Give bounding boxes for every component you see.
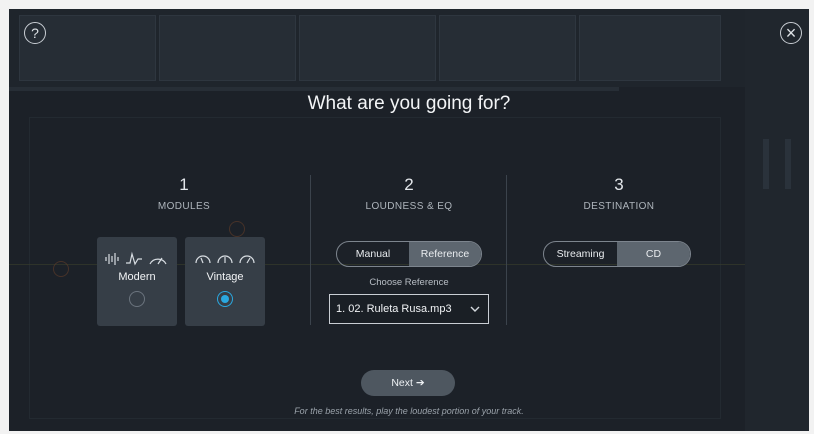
- background-meter: [763, 139, 769, 189]
- reference-select[interactable]: 1. 02. Ruleta Rusa.mp3: [329, 294, 489, 324]
- step-label: LOUDNESS & EQ: [365, 201, 453, 212]
- vintage-icons: [192, 251, 258, 267]
- destination-cd[interactable]: CD: [617, 242, 690, 266]
- module-name: Modern: [118, 271, 156, 283]
- radio-selected-dot: [221, 295, 229, 303]
- background-meter: [785, 139, 791, 189]
- module-card-modern[interactable]: Modern: [97, 237, 177, 326]
- background-meter-panel: [745, 9, 809, 431]
- step-label: MODULES: [157, 201, 211, 212]
- step-modules: 1 MODULES: [109, 175, 259, 212]
- waveform-icon: [105, 251, 167, 266]
- hint-text: For the best results, play the loudest p…: [294, 406, 524, 416]
- background-eq-node: [229, 221, 245, 237]
- assistant-dialog: ? × What are you going for? 1 MODULES 2 …: [9, 9, 809, 431]
- background-module: [159, 15, 296, 81]
- page-title: What are you going for?: [307, 93, 511, 114]
- column-divider: [506, 175, 507, 325]
- mode-reference[interactable]: Reference: [409, 242, 481, 266]
- background-module: [579, 15, 721, 81]
- loudness-mode-toggle[interactable]: Manual Reference: [336, 241, 482, 267]
- step-number: 3: [614, 175, 624, 194]
- mode-manual[interactable]: Manual: [337, 242, 409, 266]
- close-button[interactable]: ×: [780, 22, 802, 44]
- modern-icons: [104, 251, 170, 267]
- step-label: DESTINATION: [583, 201, 655, 212]
- close-icon: ×: [785, 23, 797, 43]
- background-module: [439, 15, 576, 81]
- background-module: [299, 15, 436, 81]
- module-name: Vintage: [206, 271, 244, 283]
- column-divider: [310, 175, 311, 325]
- next-button[interactable]: Next ➔: [361, 370, 455, 396]
- module-card-vintage[interactable]: Vintage: [185, 237, 265, 326]
- step-number: 2: [404, 175, 414, 194]
- step-destination: 3 DESTINATION: [544, 175, 694, 212]
- destination-streaming[interactable]: Streaming: [544, 242, 617, 266]
- background-eq-node: [53, 261, 69, 277]
- choose-reference-label: Choose Reference: [369, 277, 449, 288]
- help-button[interactable]: ?: [24, 22, 46, 44]
- background-divider: [9, 87, 619, 91]
- destination-toggle[interactable]: Streaming CD: [543, 241, 691, 267]
- step-loudness: 2 LOUDNESS & EQ: [334, 175, 484, 212]
- chevron-down-icon: [470, 304, 480, 315]
- step-number: 1: [179, 175, 189, 194]
- background-module-strip: [9, 9, 809, 87]
- question-icon: ?: [31, 25, 39, 41]
- module-radio-vintage[interactable]: [217, 291, 233, 307]
- module-radio-modern[interactable]: [129, 291, 145, 307]
- reference-value: 1. 02. Ruleta Rusa.mp3: [336, 303, 452, 315]
- vintage-knob-icons: [195, 255, 255, 264]
